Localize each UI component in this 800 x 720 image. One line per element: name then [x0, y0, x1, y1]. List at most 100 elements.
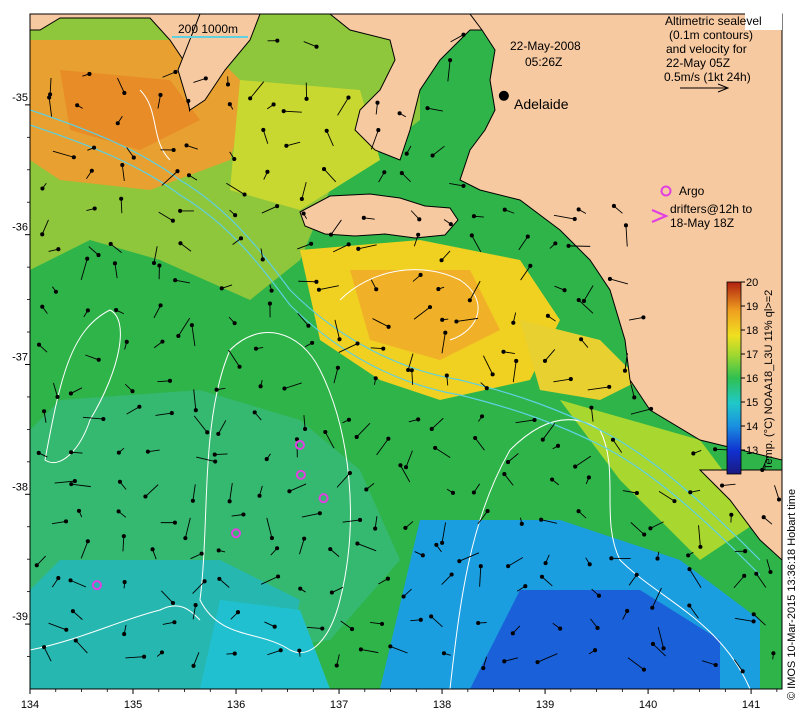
velocity-arrow-head — [202, 579, 207, 584]
velocity-arrow-head — [158, 92, 163, 97]
velocity-arrow-head — [320, 626, 325, 631]
velocity-arrow-head — [36, 450, 41, 456]
velocity-arrow-head — [502, 659, 507, 664]
velocity-arrow-head — [317, 511, 322, 516]
velocity-arrow-head — [170, 218, 175, 223]
velocity-arrow-head — [92, 206, 97, 211]
velocity-arrow-head — [124, 339, 129, 344]
velocity-arrow-head — [301, 211, 306, 216]
velocity-arrow-head — [713, 662, 718, 668]
velocity-arrow-head — [576, 207, 581, 212]
velocity-arrow-head — [142, 654, 147, 659]
velocity-arrow-head — [203, 76, 208, 81]
velocity-arrow-head — [150, 547, 155, 552]
velocity-arrow-head — [219, 286, 224, 291]
velocity-arrow-head — [346, 95, 351, 100]
velocity-arrow-head — [688, 490, 693, 495]
velocity-arrow-head — [622, 368, 628, 373]
velocity-arrow-head — [356, 246, 361, 251]
y-tick-label: -37 — [12, 351, 28, 363]
velocity-arrow-head — [373, 376, 378, 381]
velocity-arrow-head — [89, 168, 94, 173]
velocity-arrow-head — [241, 512, 246, 517]
velocity-arrow-head — [471, 490, 476, 495]
velocity-arrow-head — [751, 612, 756, 617]
velocity-arrow-head — [417, 217, 422, 222]
velocity-legend-line-4: 22-May 05Z — [666, 56, 730, 70]
velocity-arrow-head — [650, 641, 655, 647]
velocity-arrow-head — [449, 572, 454, 577]
velocity-arrow-head — [303, 426, 308, 432]
velocity-arrow-head — [242, 192, 247, 197]
velocity-arrow-head — [225, 82, 231, 87]
velocity-arrow-head — [691, 451, 696, 456]
credit-text: © IMOS 10-Mar-2015 13:36:18 Hobart time — [786, 489, 798, 700]
velocity-arrow-head — [420, 553, 425, 558]
velocity-arrow-head — [558, 626, 563, 631]
velocity-arrow-head — [467, 298, 472, 303]
city-label: Adelaide — [514, 96, 569, 112]
velocity-arrow-head — [122, 90, 127, 96]
velocity-arrow-head — [253, 346, 258, 351]
velocity-arrow-head — [217, 576, 222, 581]
colorbar-title: Temp. (°C) NOAA18_L3U 11% ql>=2 — [763, 290, 775, 470]
velocity-arrow-head — [178, 208, 183, 213]
velocity-arrow-head — [376, 128, 381, 133]
velocity-arrow-head — [265, 169, 270, 174]
velocity-arrow-head — [539, 517, 544, 522]
velocity-arrow-head — [216, 431, 221, 436]
velocity-arrow-head — [42, 409, 47, 414]
velocity-arrow-head — [581, 298, 586, 303]
velocity-arrow-head — [535, 660, 540, 665]
velocity-arrow-head — [71, 155, 76, 160]
velocity-arrow-head — [542, 358, 548, 363]
velocity-arrow-head — [364, 487, 369, 492]
velocity-arrow-head — [595, 625, 600, 630]
velocity-arrow-head — [175, 169, 180, 174]
velocity-arrow-head — [349, 627, 355, 632]
velocity-arrow-head — [543, 561, 548, 566]
velocity-arrow-head — [539, 574, 545, 579]
velocity-arrow-head — [433, 445, 438, 450]
velocity-arrow-head — [328, 232, 334, 237]
velocity-arrow-head — [36, 342, 42, 347]
velocity-arrow-head — [579, 337, 584, 342]
velocity-arrow-head — [302, 536, 307, 541]
velocity-arrow-head — [641, 315, 646, 320]
velocity-arrow-head — [490, 372, 495, 377]
velocity-arrow-head — [213, 459, 218, 464]
velocity-arrow-head — [281, 109, 286, 114]
velocity-arrow-head — [425, 106, 430, 111]
velocity-arrow-head — [388, 644, 393, 649]
velocity-arrow-head — [416, 417, 421, 422]
velocity-arrow-head — [316, 287, 321, 292]
velocity-arrow-head — [607, 276, 612, 282]
velocity-arrow-head — [776, 497, 782, 502]
velocity-arrow-head — [68, 391, 73, 396]
velocity-arrow-head — [625, 608, 630, 614]
velocity-arrow-head — [264, 457, 269, 462]
velocity-arrow-head — [309, 241, 314, 246]
velocity-arrow-head — [178, 241, 183, 246]
velocity-arrow-head — [476, 620, 481, 626]
y-tick-label: -39 — [12, 611, 28, 623]
velocity-arrow-head — [576, 297, 581, 303]
velocity-arrow — [298, 280, 317, 283]
velocity-arrow-head — [267, 301, 272, 306]
x-tick-label: 140 — [639, 699, 657, 711]
velocity-arrow-head — [235, 610, 241, 615]
velocity-arrow-head — [278, 648, 283, 653]
velocity-arrow-head — [75, 103, 80, 108]
velocity-arrow-head — [403, 525, 408, 530]
velocity-arrow-head — [68, 578, 73, 583]
velocity-arrow-head — [40, 186, 45, 191]
velocity-arrow-head — [248, 96, 253, 101]
velocity-arrow-head — [275, 546, 280, 551]
velocity-arrow-head — [609, 556, 614, 561]
velocity-arrow-head — [53, 289, 58, 294]
velocity-arrow-head — [469, 233, 474, 238]
velocity-arrow-head — [232, 321, 237, 326]
colorbar-tick-label: 19 — [746, 301, 758, 313]
velocity-arrow-head — [70, 609, 75, 614]
velocity-arrow-head — [398, 463, 403, 468]
